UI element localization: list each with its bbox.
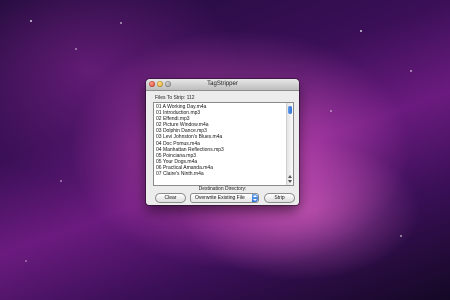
scrollbar-thumb[interactable]: [288, 106, 292, 114]
star-decoration: [330, 110, 332, 112]
files-list-items: 01 A Working Day.m4a 01 Introduction.mp3…: [156, 104, 284, 177]
chevron-down-icon: [253, 199, 257, 201]
tagstripper-window: TagStripper Files To Strip: 112 01 A Wor…: [146, 79, 299, 205]
star-decoration: [120, 22, 122, 24]
select-arrows-icon: [252, 194, 258, 202]
chevron-up-icon: [253, 195, 257, 197]
clear-button[interactable]: Clear: [155, 193, 186, 203]
star-decoration: [60, 180, 62, 182]
scroll-down-arrow-icon[interactable]: [288, 180, 292, 183]
files-list[interactable]: 01 A Working Day.m4a 01 Introduction.mp3…: [153, 102, 294, 186]
star-decoration: [30, 20, 32, 22]
star-decoration: [360, 30, 362, 32]
title-bar[interactable]: TagStripper: [146, 79, 299, 91]
write-mode-selected-value: Overwrite Existing File: [195, 195, 245, 201]
files-count-label: Files To Strip: 112: [155, 95, 195, 101]
star-decoration: [25, 260, 27, 262]
window-title: TagStripper: [207, 81, 238, 87]
star-decoration: [400, 235, 402, 237]
vertical-scrollbar[interactable]: [286, 103, 293, 185]
list-item[interactable]: 07 Claire's Ninth.m4a: [156, 171, 284, 177]
destination-directory-label: Destination Directory:: [198, 186, 247, 192]
scroll-up-arrow-icon[interactable]: [288, 175, 292, 178]
star-decoration: [410, 70, 412, 72]
star-decoration: [75, 48, 77, 50]
strip-button[interactable]: Strip: [264, 193, 295, 203]
write-mode-select[interactable]: Overwrite Existing File: [190, 193, 259, 203]
